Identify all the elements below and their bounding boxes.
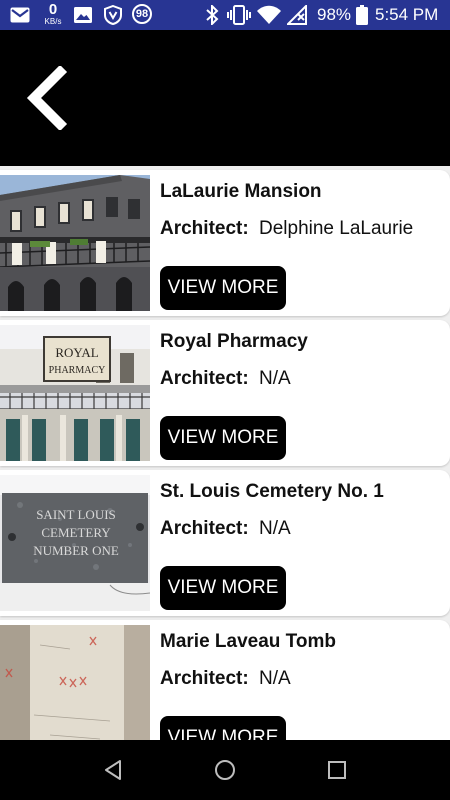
- place-card[interactable]: LaLaurie Mansion Architect: Delphine LaL…: [0, 170, 450, 316]
- laveau-tomb-photo: [0, 625, 150, 740]
- lalaurie-mansion-photo: [0, 175, 150, 311]
- recents-square-icon[interactable]: [322, 755, 352, 785]
- royal-sign-line1: ROYAL: [55, 345, 98, 360]
- vpn-shield-icon: [104, 5, 122, 25]
- view-more-button[interactable]: VIEW MORE: [160, 716, 286, 740]
- place-title: LaLaurie Mansion: [160, 181, 322, 202]
- architect-label: Architect:: [160, 218, 249, 239]
- place-title: St. Louis Cemetery No. 1: [160, 481, 384, 502]
- architect-label: Architect:: [160, 518, 249, 539]
- gmail-icon: [10, 7, 30, 23]
- places-list[interactable]: LaLaurie Mansion Architect: Delphine LaL…: [0, 166, 450, 740]
- vibrate-icon: [227, 5, 251, 25]
- architect-value: N/A: [259, 668, 291, 689]
- image-icon: [74, 7, 92, 23]
- status-bar: 0 KB/s 98 98% 5:54 PM: [0, 0, 450, 30]
- no-signal-icon: [287, 5, 307, 25]
- architect-label: Architect:: [160, 668, 249, 689]
- place-card[interactable]: SAINT LOUIS CEMETERY NUMBER ONE St. Loui…: [0, 470, 450, 616]
- place-title: Royal Pharmacy: [160, 331, 308, 352]
- view-more-button[interactable]: VIEW MORE: [160, 566, 286, 610]
- place-card[interactable]: ROYAL PHARMACY Royal Pharmacy Architect:…: [0, 320, 450, 466]
- bluetooth-icon: [206, 5, 219, 25]
- app-bar: [0, 30, 450, 166]
- view-more-button[interactable]: VIEW MORE: [160, 266, 286, 310]
- clock: 5:54 PM: [375, 5, 439, 24]
- place-card[interactable]: Marie Laveau Tomb Architect: N/A VIEW MO…: [0, 620, 450, 740]
- network-speed-value: 0: [48, 1, 58, 18]
- royal-pharmacy-photo: ROYAL PHARMACY: [0, 325, 150, 461]
- network-speed-unit: KB/s: [44, 17, 62, 26]
- architect-value: Delphine LaLaurie: [259, 218, 414, 239]
- architect-label: Architect:: [160, 368, 249, 389]
- wifi-icon: [257, 5, 281, 24]
- cemetery-plaque-line3: NUMBER ONE: [33, 543, 119, 558]
- cemetery-plaque-photo: SAINT LOUIS CEMETERY NUMBER ONE: [0, 475, 150, 611]
- home-circle-icon[interactable]: [210, 755, 240, 785]
- view-more-button[interactable]: VIEW MORE: [160, 416, 286, 460]
- notification-count-badge: 98: [132, 4, 152, 24]
- architect-value: N/A: [259, 518, 291, 539]
- architect-value: N/A: [259, 368, 291, 389]
- battery-percent: 98%: [317, 5, 352, 24]
- place-title: Marie Laveau Tomb: [160, 631, 336, 652]
- back-triangle-icon[interactable]: [98, 755, 128, 785]
- royal-sign-line2: PHARMACY: [49, 365, 106, 376]
- cemetery-plaque-line2: CEMETERY: [41, 525, 111, 540]
- network-speed: 0 KB/s: [42, 2, 64, 26]
- navigation-bar: [0, 740, 450, 800]
- cemetery-plaque-line1: SAINT LOUIS: [36, 507, 116, 522]
- chevron-left-icon[interactable]: [20, 66, 76, 130]
- battery-icon: [356, 5, 368, 25]
